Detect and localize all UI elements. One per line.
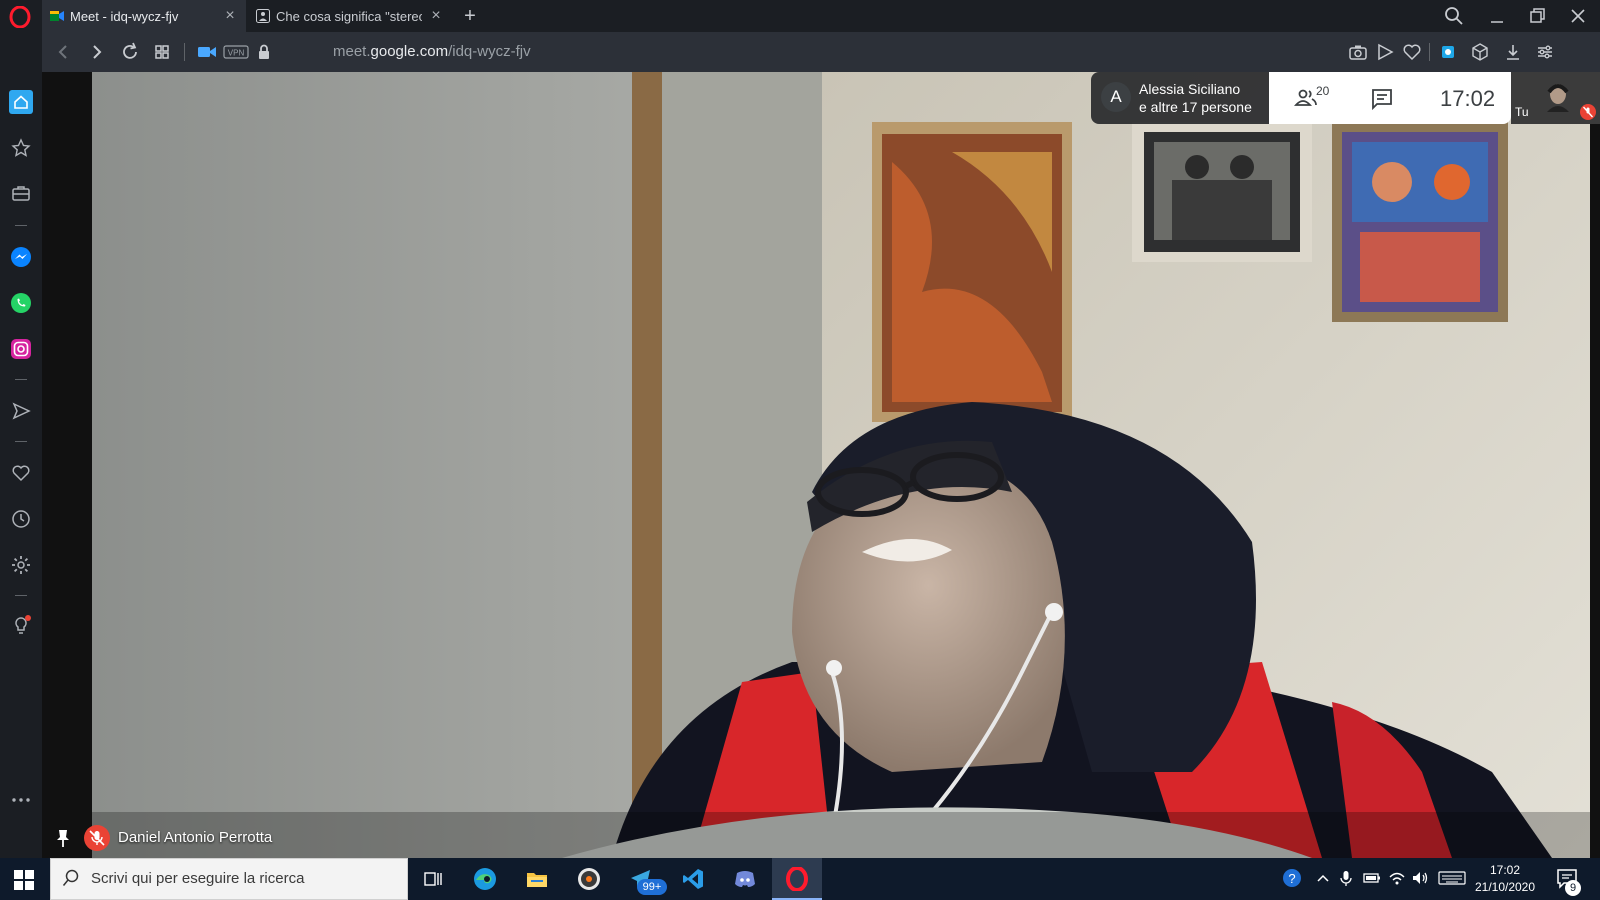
lock-icon[interactable]	[252, 40, 276, 64]
opera-icon	[786, 867, 808, 891]
url-path: /idq-wycz-fjv	[448, 43, 531, 60]
settings-gear-icon[interactable]	[9, 553, 33, 577]
main-video-feed[interactable]	[42, 72, 1600, 858]
sidebar-divider	[15, 379, 27, 380]
microphone-tray-icon[interactable]	[1336, 868, 1356, 888]
whatsapp-icon[interactable]	[9, 291, 33, 315]
reload-icon[interactable]	[118, 40, 142, 64]
participant-video-frame	[92, 72, 1590, 858]
camera-in-use-icon[interactable]	[195, 40, 219, 64]
participant-others: e altre 17 persone	[1139, 99, 1252, 115]
more-options-icon[interactable]	[9, 788, 33, 812]
heart-bookmark-icon[interactable]	[1400, 40, 1424, 64]
volume-icon[interactable]	[1410, 868, 1430, 888]
bookmarks-star-icon[interactable]	[9, 136, 33, 160]
my-flow-heart-icon[interactable]	[9, 461, 33, 485]
edge-icon	[474, 868, 496, 890]
history-clock-icon[interactable]	[9, 507, 33, 531]
url-host: google.com	[370, 43, 449, 60]
telegram-unread-badge: 99+	[637, 879, 667, 895]
vpn-badge-icon[interactable]: VPN	[222, 40, 250, 64]
close-tab-icon[interactable]: ×	[428, 8, 444, 24]
restore-icon[interactable]	[1525, 4, 1549, 28]
edge-taskbar-button[interactable]	[460, 858, 510, 900]
opera-taskbar-button[interactable]	[772, 858, 822, 900]
music-disc-icon	[578, 868, 600, 890]
chevron-up-icon[interactable]	[1313, 868, 1333, 888]
snapshot-camera-icon[interactable]	[1346, 40, 1370, 64]
self-mic-off-icon	[1580, 104, 1596, 120]
wifi-icon[interactable]	[1387, 868, 1407, 888]
vscode-taskbar-button[interactable]	[668, 858, 718, 900]
vscode-icon	[683, 869, 703, 889]
folder-icon	[527, 873, 547, 887]
task-view-icon	[424, 872, 442, 886]
address-bar: VPN meet.google.com/idq-wycz-fjv	[42, 32, 1600, 72]
minimize-icon[interactable]	[1485, 4, 1509, 28]
chat-icon[interactable]	[1370, 87, 1394, 111]
download-icon[interactable]	[1501, 40, 1525, 64]
forward-icon[interactable]	[84, 40, 108, 64]
tab-title: Meet - idq-wycz-fjv	[70, 8, 179, 24]
task-view-button[interactable]	[408, 858, 458, 900]
tips-lightbulb-icon[interactable]	[9, 614, 33, 638]
browser-tab-bar: Meet - idq-wycz-fjv × Che cosa significa…	[0, 0, 1600, 32]
self-view-video	[1547, 84, 1569, 112]
keyboard-icon[interactable]	[1438, 868, 1466, 888]
search-icon	[62, 869, 79, 886]
search-placeholder: Scrivi qui per eseguire la ricerca	[91, 870, 305, 887]
messenger-icon[interactable]	[9, 245, 33, 269]
tab-stereotipo[interactable]: Che cosa significa "stereoti ×	[248, 0, 452, 32]
battery-icon[interactable]	[1362, 868, 1382, 888]
new-tab-button[interactable]: +	[460, 5, 480, 27]
tab-title: Che cosa significa "stereoti	[276, 8, 422, 24]
tab-meet[interactable]: Meet - idq-wycz-fjv ×	[42, 0, 246, 32]
participant-names: Alessia Siciliano e altre 17 persone	[1139, 80, 1252, 116]
close-window-icon[interactable]	[1566, 4, 1590, 28]
send-to-flow-icon[interactable]	[1373, 40, 1397, 64]
divider	[184, 43, 185, 61]
page-favicon-icon	[256, 9, 270, 23]
taskbar-time: 17:02	[1489, 863, 1521, 877]
help-icon[interactable]: ?	[1282, 868, 1302, 888]
sidebar-divider	[15, 595, 27, 596]
url-field[interactable]: meet.google.com/idq-wycz-fjv	[333, 43, 531, 60]
music-app-taskbar-button[interactable]	[564, 858, 614, 900]
search-tabs-icon[interactable]	[1442, 4, 1466, 28]
mic-off-icon	[84, 825, 110, 851]
workspaces-briefcase-icon[interactable]	[9, 181, 33, 205]
opera-logo-icon[interactable]	[9, 6, 31, 28]
back-icon[interactable]	[52, 40, 76, 64]
home-speed-dial-icon[interactable]	[9, 90, 33, 114]
notification-count-badge: 9	[1565, 880, 1581, 896]
google-meet-favicon-icon	[50, 11, 64, 21]
easy-setup-icon[interactable]	[1533, 40, 1557, 64]
participant-primary: Alessia Siciliano	[1139, 81, 1241, 97]
extensions-cube-icon[interactable]	[1468, 40, 1492, 64]
divider	[1429, 43, 1430, 61]
file-explorer-taskbar-button[interactable]	[512, 858, 562, 900]
self-label: Tu	[1515, 105, 1529, 119]
taskbar-clock[interactable]: 17:02 21/10/2020	[1466, 862, 1544, 896]
speaker-name: Daniel Antonio Perrotta	[118, 829, 273, 846]
taskbar-date: 21/10/2020	[1474, 880, 1536, 894]
extension-blue-icon[interactable]	[1436, 40, 1460, 64]
avatar: A	[1101, 82, 1131, 112]
close-tab-icon[interactable]: ×	[222, 8, 238, 24]
instagram-icon[interactable]	[9, 337, 33, 361]
discord-icon	[735, 871, 755, 887]
sidebar-divider	[15, 225, 27, 226]
tabs-grid-icon[interactable]	[150, 40, 174, 64]
url-prefix: meet.	[333, 43, 371, 60]
participant-count: 20	[1316, 84, 1330, 98]
svg-text:VPN: VPN	[228, 49, 245, 58]
pin-icon[interactable]	[54, 828, 72, 848]
meeting-clock: 17:02	[1440, 86, 1496, 111]
sidebar-divider	[15, 441, 27, 442]
flow-send-icon[interactable]	[9, 399, 33, 423]
opera-sidebar	[0, 32, 42, 858]
discord-taskbar-button[interactable]	[720, 858, 770, 900]
windows-start-icon[interactable]	[14, 870, 34, 890]
svg-text:?: ?	[1288, 871, 1295, 886]
